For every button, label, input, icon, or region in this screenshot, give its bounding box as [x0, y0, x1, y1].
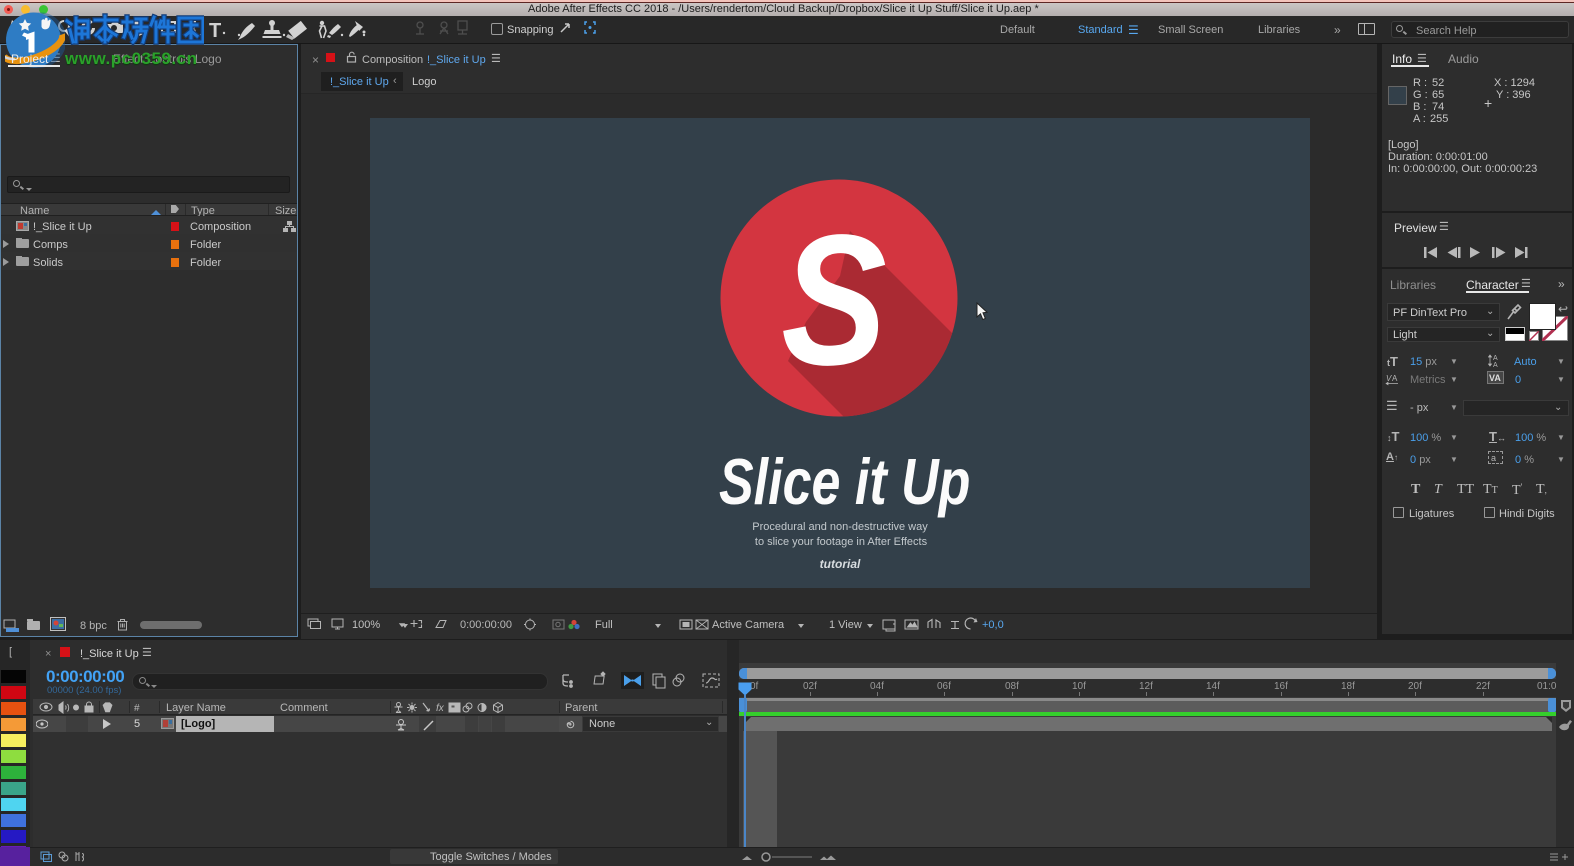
svg-text:A: A	[1493, 355, 1498, 362]
svg-text:S: S	[781, 196, 886, 404]
svg-text:A: A	[1493, 362, 1498, 368]
svg-text:A: A	[1392, 374, 1398, 383]
svg-text:fx: fx	[436, 703, 445, 714]
svg-text:T: T	[209, 20, 221, 42]
svg-text:#: #	[134, 703, 140, 714]
